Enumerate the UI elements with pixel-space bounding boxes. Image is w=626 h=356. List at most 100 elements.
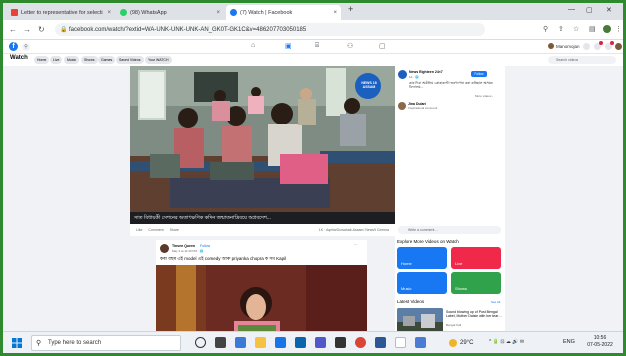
- app-icon[interactable]: [395, 337, 406, 348]
- star-icon[interactable]: ☆: [573, 25, 579, 33]
- explore-tile-live[interactable]: Live: [451, 247, 501, 269]
- pill-games[interactable]: Games: [98, 56, 116, 64]
- post-author-avatar[interactable]: [160, 244, 169, 253]
- gmail-icon: [11, 9, 18, 16]
- menu-icon[interactable]: ⋮: [615, 25, 622, 33]
- user-profile-link[interactable]: Manomojan: [548, 43, 580, 49]
- taskbar-clock[interactable]: 10:56 07-05-2022: [581, 335, 619, 349]
- pill-your-watch[interactable]: Your WATCH: [145, 56, 172, 64]
- commenter-avatar[interactable]: [398, 102, 406, 110]
- video-actions: Like Comment Share 1K · Aqelia/Guwahati-…: [130, 224, 395, 236]
- url-input[interactable]: 🔒 facebook.com/watch/?extid=WA-UNK-UNK-U…: [55, 23, 485, 36]
- facebook-icon: [230, 9, 237, 16]
- explore-tile-shows[interactable]: Shows: [451, 272, 501, 294]
- windows-start-icon[interactable]: [12, 338, 22, 348]
- gaming-icon[interactable]: ▢: [379, 42, 386, 50]
- edge-icon[interactable]: [235, 337, 246, 348]
- close-window-icon[interactable]: ✕: [606, 6, 612, 14]
- profile-avatar[interactable]: [603, 25, 611, 33]
- search-icon: ⚲: [36, 340, 42, 347]
- tab-whatsapp[interactable]: (98) WhatsApp ×: [116, 5, 224, 20]
- page-meta: 1d · 🌐: [409, 75, 419, 79]
- lock-icon: 🔒: [60, 27, 68, 33]
- see-all-link[interactable]: See All: [491, 300, 500, 304]
- comment-input[interactable]: Write a comment…: [398, 226, 501, 234]
- post-more-icon[interactable]: ···: [354, 243, 358, 247]
- post-meta: May 4 at 11:30 PM · 🌐: [172, 249, 204, 253]
- watch-subnav: Watch Home Live Music Shows Games Saved …: [3, 54, 623, 66]
- follow-button[interactable]: Follow: [471, 71, 487, 77]
- taskbar-search-placeholder: Type here to search: [48, 340, 102, 346]
- weather-widget[interactable]: 29°C: [449, 339, 473, 347]
- explore-tile-home[interactable]: Home: [397, 247, 447, 269]
- watch-icon[interactable]: ▣: [285, 42, 292, 50]
- page-avatar[interactable]: [398, 70, 407, 79]
- pill-home[interactable]: Home: [34, 56, 50, 64]
- back-icon[interactable]: ←: [9, 25, 17, 34]
- second-post: Tinsen Queen Follow May 4 at 11:30 PM · …: [156, 240, 367, 345]
- search-icon[interactable]: ⚲: [22, 43, 30, 51]
- url-text: facebook.com/watch/?extid=WA-UNK-UNK-UNK…: [69, 26, 307, 33]
- apps-menu-icon[interactable]: [583, 43, 590, 50]
- zoom-icon[interactable]: ⚲: [543, 25, 548, 33]
- notifications-icon[interactable]: [605, 41, 614, 50]
- minimize-icon[interactable]: —: [568, 6, 575, 13]
- new-tab-button[interactable]: +: [348, 4, 353, 14]
- video-player[interactable]: NEWS 18 ASSAM: [130, 66, 395, 212]
- like-button[interactable]: Like: [136, 228, 142, 232]
- maximize-icon[interactable]: ▢: [586, 6, 593, 14]
- see-more-link[interactable]: More videos ↓: [475, 94, 494, 98]
- post-author[interactable]: Tinsen Queen: [172, 244, 195, 248]
- search-videos-input[interactable]: Search videos: [548, 56, 616, 64]
- app-icon[interactable]: [415, 337, 426, 348]
- task-view-icon[interactable]: [215, 337, 226, 348]
- video-sidebar: News Eighteen 24×7 1d · 🌐 Follow কাৰ দিব…: [395, 66, 505, 334]
- close-icon[interactable]: ×: [107, 10, 111, 16]
- chrome-icon[interactable]: [355, 337, 366, 348]
- comment-button[interactable]: Comment: [148, 228, 163, 232]
- tab-title: (98) WhatsApp: [130, 9, 167, 16]
- tab-title: Letter to representative for selecti: [21, 9, 103, 16]
- system-tray[interactable]: ^ 🔋 ⊡ ☁ 🔊 ✉: [489, 339, 524, 345]
- explore-tile-music[interactable]: Music: [397, 272, 447, 294]
- store-icon[interactable]: [275, 337, 286, 348]
- sidebar-icon[interactable]: ▤: [589, 25, 596, 33]
- pill-shows[interactable]: Shows: [81, 56, 98, 64]
- home-icon[interactable]: ⌂: [251, 42, 255, 49]
- latest-videos-heading: Latest Videos: [397, 299, 425, 304]
- tab-facebook-watch[interactable]: (7) Watch | Facebook ×: [226, 5, 341, 20]
- share-icon[interactable]: ⇪: [558, 25, 564, 33]
- watch-title: Watch: [10, 55, 28, 61]
- reload-icon[interactable]: ↻: [38, 25, 45, 34]
- account-icon[interactable]: [615, 43, 622, 50]
- file-explorer-icon[interactable]: [255, 337, 266, 348]
- messenger-icon[interactable]: [594, 41, 603, 50]
- teams-icon[interactable]: [315, 337, 326, 348]
- pill-music[interactable]: Music: [64, 56, 80, 64]
- language-indicator[interactable]: ENG: [563, 339, 575, 345]
- pill-saved-videos[interactable]: Saved Videos: [116, 56, 144, 64]
- commenter-meta: Inspirational comment: [408, 106, 438, 110]
- post-follow-link[interactable]: Follow: [200, 244, 210, 248]
- post-description: কাৰ দিবা অকঁলিয় কোৰাৰণ্টো ভৰণপোষ কৰা কৰ…: [409, 81, 493, 89]
- groups-icon[interactable]: ⚇: [347, 42, 353, 50]
- page-name[interactable]: News Eighteen 24×7: [409, 70, 443, 74]
- app-icon[interactable]: [335, 337, 346, 348]
- close-icon[interactable]: ×: [216, 10, 220, 16]
- mail-icon[interactable]: [295, 337, 306, 348]
- share-button[interactable]: Share: [170, 228, 179, 232]
- forward-icon[interactable]: →: [23, 25, 31, 34]
- facebook-logo[interactable]: f: [9, 42, 18, 51]
- word-icon[interactable]: [375, 337, 386, 348]
- sun-icon: [449, 339, 457, 347]
- pill-live[interactable]: Live: [50, 56, 63, 64]
- marketplace-icon[interactable]: ⌸: [315, 42, 319, 50]
- browser-window: Letter to representative for selecti × (…: [3, 3, 623, 353]
- taskbar-search-input[interactable]: ⚲ Type here to search: [31, 335, 181, 351]
- latest-video-title[interactable]: Sound blowing up of Post Bengal Label, M…: [446, 310, 502, 318]
- tab-gmail[interactable]: Letter to representative for selecti ×: [7, 5, 115, 20]
- close-icon[interactable]: ×: [333, 10, 337, 16]
- video-frame: [130, 66, 395, 212]
- cortana-icon[interactable]: [195, 337, 206, 348]
- tab-bar: Letter to representative for selecti × (…: [3, 3, 623, 20]
